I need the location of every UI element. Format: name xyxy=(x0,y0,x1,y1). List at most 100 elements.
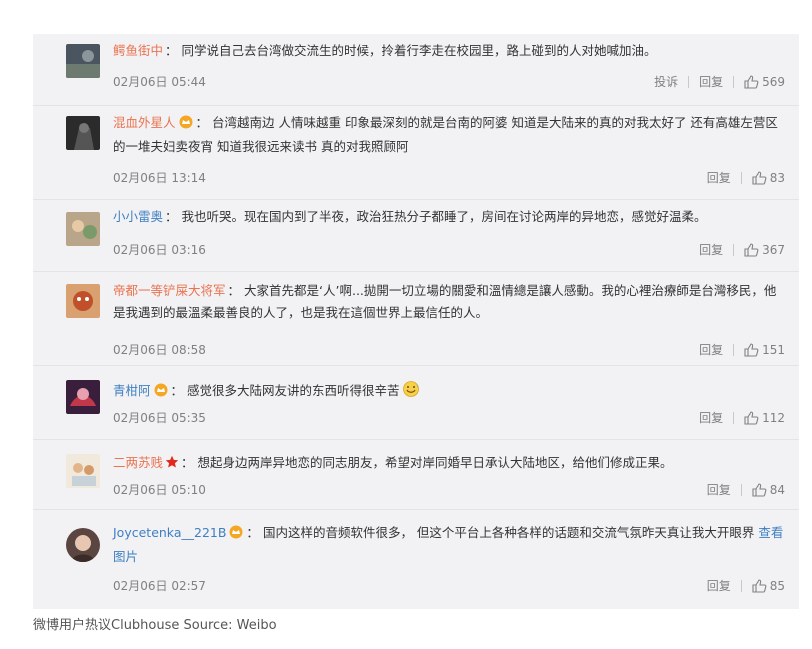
comment-time: 02月06日 05:44 xyxy=(113,75,206,89)
colon-separator: ： xyxy=(165,43,178,58)
like-button[interactable]: 569 xyxy=(744,72,785,92)
thumbs-up-icon xyxy=(752,171,767,185)
comment-item: 帝都一等铲屎大将军：大家首先都是‘人’啊...拋開一切立場的關愛和溫情總是讓人感… xyxy=(33,272,799,366)
comment-time: 02月06日 13:14 xyxy=(113,171,206,185)
divider xyxy=(733,244,735,256)
comment-actions: 回复 151 xyxy=(699,340,785,360)
image-caption: 微博用户热议Clubhouse Source: Weibo xyxy=(33,618,277,633)
comment-text-block: 混血外星人 ：台湾越南边 人情味越重 印象最深刻的就是台南的阿婆 知道是大陆来的真… xyxy=(113,112,785,158)
comment-username[interactable]: 二两苏贱 xyxy=(113,455,163,470)
comment-item: 混血外星人 ：台湾越南边 人情味越重 印象最深刻的就是台南的阿婆 知道是大陆来的真… xyxy=(33,106,799,200)
comment-actions: 回复 112 xyxy=(699,408,785,428)
comment-username[interactable]: 青柑阿 xyxy=(113,383,151,398)
thumbs-up-icon xyxy=(744,411,759,425)
comment-time: 02月06日 02:57 xyxy=(113,579,206,593)
comment-time: 02月06日 03:16 xyxy=(113,243,206,257)
comment-meta: 02月06日 05:44 投诉 回复 569 xyxy=(113,72,785,92)
report-link[interactable]: 投诉 xyxy=(654,72,678,92)
comment-actions: 回复 85 xyxy=(707,576,785,596)
comment-text-block: 二两苏贱 ：想起身边两岸异地恋的同志朋友，希望对岸同婚早日承认大陆地区，给他们修成… xyxy=(113,452,785,476)
comment-item: 青柑阿 ：感觉很多大陆网友讲的东西听得很辛苦 02月06日 05:35 回复 11… xyxy=(33,366,799,440)
comment-item: Joycetenka__221B ：国内这样的音频软件很多， 但这个平台上各种各样… xyxy=(33,510,799,609)
comment-username[interactable]: 混血外星人 xyxy=(113,115,176,130)
divider xyxy=(740,484,742,496)
comment-actions: 回复 83 xyxy=(707,168,785,188)
comment-content: 台湾越南边 人情味越重 印象最深刻的就是台南的阿婆 知道是大陆来的真的对我太好了… xyxy=(113,115,778,154)
divider xyxy=(733,76,735,88)
like-button[interactable]: 83 xyxy=(752,168,785,188)
like-count: 83 xyxy=(769,171,785,185)
like-button[interactable]: 112 xyxy=(744,408,785,428)
divider xyxy=(733,412,735,424)
comment-username[interactable]: 小小雷奥 xyxy=(113,209,163,224)
comment-text-block: 鳄鱼街中：同学说自己去台湾做交流生的时候，拎着行李走在校园里，路上碰到的人对她喊… xyxy=(113,40,785,62)
comment-text-block: 帝都一等铲屎大将军：大家首先都是‘人’啊...拋開一切立場的關愛和溫情總是讓人感… xyxy=(113,280,785,324)
divider xyxy=(688,76,690,88)
divider xyxy=(733,344,735,356)
like-button[interactable]: 85 xyxy=(752,576,785,596)
comment-time: 02月06日 05:35 xyxy=(113,411,206,425)
reply-link[interactable]: 回复 xyxy=(707,168,731,188)
comment-actions: 投诉 回复 569 xyxy=(654,72,785,92)
reply-link[interactable]: 回复 xyxy=(707,480,731,500)
comment-meta: 02月06日 02:57 回复 85 xyxy=(113,576,785,596)
comment-time: 02月06日 08:58 xyxy=(113,343,206,357)
gold-crown-icon xyxy=(228,524,244,546)
comment-item: 小小雷奥：我也听哭。现在国内到了半夜，政治狂热分子都睡了，房间在讨论两岸的异地恋… xyxy=(33,200,799,272)
like-count: 112 xyxy=(762,411,785,425)
comment-meta: 02月06日 13:14 回复 83 xyxy=(113,168,785,188)
comment-meta: 02月06日 08:58 回复 151 xyxy=(113,340,785,360)
comment-meta: 02月06日 05:10 回复 84 xyxy=(113,480,785,500)
like-count: 151 xyxy=(762,343,785,357)
like-count: 85 xyxy=(769,579,785,593)
gold-crown-icon xyxy=(153,382,169,404)
comment-username[interactable]: 鳄鱼街中 xyxy=(113,43,163,58)
like-count: 569 xyxy=(762,75,785,89)
thumbs-up-icon xyxy=(744,75,759,89)
colon-separator: ： xyxy=(170,383,184,398)
colon-separator: ： xyxy=(227,283,241,298)
comment-meta: 02月06日 03:16 回复 367 xyxy=(113,240,785,260)
comment-text-block: 小小雷奥：我也听哭。现在国内到了半夜，政治狂热分子都睡了，房间在讨论两岸的异地恋… xyxy=(113,206,785,228)
comment-time: 02月06日 05:10 xyxy=(113,483,206,497)
user-avatar[interactable] xyxy=(66,380,100,414)
reply-link[interactable]: 回复 xyxy=(707,576,731,596)
user-avatar[interactable] xyxy=(66,528,100,562)
user-avatar[interactable] xyxy=(66,116,100,150)
reply-link[interactable]: 回复 xyxy=(699,408,723,428)
reply-link[interactable]: 回复 xyxy=(699,72,723,92)
comment-meta: 02月06日 05:35 回复 112 xyxy=(113,408,785,428)
user-avatar[interactable] xyxy=(66,44,100,78)
thumbs-up-icon xyxy=(744,343,759,357)
thumbs-up-icon xyxy=(752,579,767,593)
like-count: 367 xyxy=(762,243,785,257)
gold-crown-icon xyxy=(178,114,194,136)
colon-separator: ： xyxy=(246,525,259,540)
comment-content: 我也听哭。现在国内到了半夜，政治狂热分子都睡了，房间在讨论两岸的异地恋，感觉好温… xyxy=(181,209,707,224)
colon-separator: ： xyxy=(195,115,209,130)
weibo-comment-list: 鳄鱼街中：同学说自己去台湾做交流生的时候，拎着行李走在校园里，路上碰到的人对她喊… xyxy=(33,34,799,609)
comment-username[interactable]: 帝都一等铲屎大将军 xyxy=(113,283,226,298)
thumbs-up-icon xyxy=(744,243,759,257)
like-button[interactable]: 367 xyxy=(744,240,785,260)
comment-item: 二两苏贱 ：想起身边两岸异地恋的同志朋友，希望对岸同婚早日承认大陆地区，给他们修成… xyxy=(33,440,799,510)
reply-link[interactable]: 回复 xyxy=(699,240,723,260)
divider xyxy=(740,580,742,592)
user-avatar[interactable] xyxy=(66,212,100,246)
like-count: 84 xyxy=(769,483,785,497)
comment-content: 想起身边两岸异地恋的同志朋友，希望对岸同婚早日承认大陆地区，给他们修成正果。 xyxy=(197,455,673,470)
comment-content: 国内这样的音频软件很多， 但这个平台上各种各样的话题和交流气氛昨天真让我大开眼界 xyxy=(262,525,755,540)
user-avatar[interactable] xyxy=(66,454,100,488)
comment-actions: 回复 84 xyxy=(707,480,785,500)
user-avatar[interactable] xyxy=(66,284,100,318)
comment-actions: 回复 367 xyxy=(699,240,785,260)
reply-link[interactable]: 回复 xyxy=(699,340,723,360)
divider xyxy=(740,172,742,184)
red-star-icon xyxy=(165,454,179,476)
like-button[interactable]: 84 xyxy=(752,480,785,500)
comment-username[interactable]: Joycetenka__221B xyxy=(113,525,226,540)
colon-separator: ： xyxy=(165,209,178,224)
comment-item: 鳄鱼街中：同学说自己去台湾做交流生的时候，拎着行李走在校园里，路上碰到的人对她喊… xyxy=(33,34,799,106)
like-button[interactable]: 151 xyxy=(744,340,785,360)
comment-text-block: 青柑阿 ：感觉很多大陆网友讲的东西听得很辛苦 xyxy=(113,380,785,404)
